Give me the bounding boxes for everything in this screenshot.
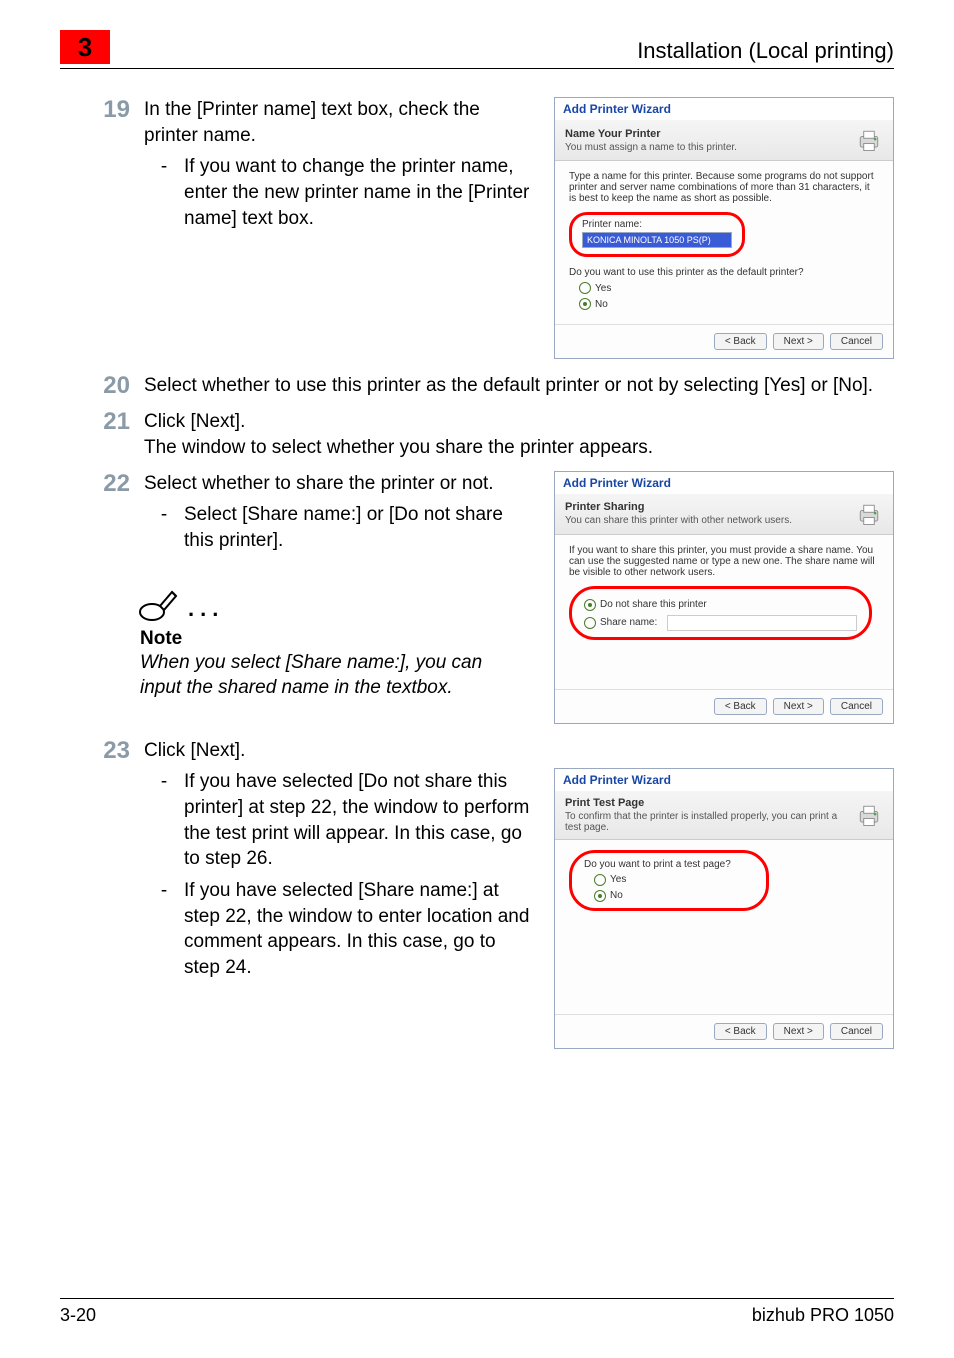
- step-number: 21: [60, 409, 144, 435]
- cancel-button[interactable]: Cancel: [830, 333, 883, 350]
- step-number: 19: [60, 97, 144, 123]
- bullet-dash: -: [144, 154, 184, 231]
- radio-share[interactable]: [584, 617, 596, 629]
- printer-name-input[interactable]: KONICA MINOLTA 1050 PS(P): [582, 232, 732, 248]
- share-name-input[interactable]: [667, 615, 857, 631]
- radio-no-label: No: [595, 299, 608, 310]
- note-icon-row: ...: [138, 584, 536, 626]
- product-name: bizhub PRO 1050: [752, 1305, 894, 1326]
- step-text: Click [Next].: [144, 740, 245, 761]
- step-text: In the [Printer name] text box, check th…: [144, 99, 480, 146]
- back-button[interactable]: < Back: [714, 333, 767, 350]
- dialog-footer: < Back Next > Cancel: [555, 689, 893, 723]
- note-dots: ...: [188, 596, 224, 622]
- dialog-title: Add Printer Wizard: [555, 98, 893, 120]
- printer-icon: [855, 500, 883, 528]
- bullet-text: Select [Share name:] or [Do not share th…: [184, 502, 536, 553]
- bullet-text: If you want to change the printer name, …: [184, 154, 536, 231]
- radio-share-label: Share name:: [600, 617, 657, 628]
- highlight-oval: Do not share this printer Share name:: [569, 586, 872, 640]
- section-title: Installation (Local printing): [637, 38, 894, 64]
- dialog-subtitle: To confirm that the printer is installed…: [565, 811, 855, 833]
- step-text-followup: The window to select whether you share t…: [144, 435, 894, 461]
- radio-yes-label: Yes: [610, 874, 626, 885]
- note-label: Note: [140, 628, 536, 650]
- step-22-row: 22 Select whether to share the printer o…: [60, 471, 894, 724]
- bullet-dash: -: [144, 878, 184, 981]
- radio-no[interactable]: [579, 298, 591, 310]
- question-text: Do you want to print a test page?: [584, 859, 754, 870]
- bullet-text: If you have selected [Share name:] at st…: [184, 878, 536, 981]
- dialog-name-printer: Add Printer Wizard Name Your Printer You…: [554, 97, 894, 359]
- radio-noshare-label: Do not share this printer: [600, 599, 707, 610]
- page-footer: 3-20 bizhub PRO 1050: [60, 1298, 894, 1326]
- back-button[interactable]: < Back: [714, 1023, 767, 1040]
- dialog-intro-text: Type a name for this printer. Because so…: [569, 171, 879, 204]
- page: 3 Installation (Local printing) 19 In th…: [0, 0, 954, 1358]
- radio-noshare[interactable]: [584, 599, 596, 611]
- dialog-intro-text: If you want to share this printer, you m…: [569, 545, 879, 578]
- field-label: Printer name:: [582, 219, 732, 230]
- step-23-row: 23 Click [Next]. - If you have selected …: [60, 738, 894, 1049]
- step-text: Select whether to use this printer as th…: [144, 373, 894, 399]
- step-number: 20: [60, 373, 144, 399]
- bullet-text: If you have selected [Do not share this …: [184, 769, 536, 872]
- printer-icon: [855, 126, 883, 154]
- dialog-heading: Print Test Page: [565, 797, 855, 809]
- step-text: Select whether to share the printer or n…: [144, 473, 494, 494]
- note-text: When you select [Share name:], you can i…: [140, 650, 520, 701]
- chapter-tab: 3: [60, 30, 110, 64]
- dialog-heading: Printer Sharing: [565, 501, 855, 513]
- dialog-header: Name Your Printer You must assign a name…: [555, 120, 893, 161]
- radio-yes-label: Yes: [595, 283, 611, 294]
- dialog-body: Do you want to print a test page? Yes No: [555, 840, 893, 1014]
- next-button[interactable]: Next >: [773, 698, 824, 715]
- dialog-header: Printer Sharing You can share this print…: [555, 494, 893, 535]
- dialog-title: Add Printer Wizard: [555, 769, 893, 791]
- content-area: 19 In the [Printer name] text box, check…: [60, 97, 894, 1049]
- next-button[interactable]: Next >: [773, 1023, 824, 1040]
- bullet-dash: -: [144, 769, 184, 872]
- step-19-row: 19 In the [Printer name] text box, check…: [60, 97, 894, 359]
- cancel-button[interactable]: Cancel: [830, 1023, 883, 1040]
- back-button[interactable]: < Back: [714, 698, 767, 715]
- bullet-dash: -: [144, 502, 184, 553]
- dialog-header: Print Test Page To confirm that the prin…: [555, 791, 893, 840]
- dialog-subtitle: You must assign a name to this printer.: [565, 142, 855, 153]
- header-bar: 3 Installation (Local printing): [60, 30, 894, 69]
- radio-no-label: No: [610, 890, 623, 901]
- page-number: 3-20: [60, 1305, 96, 1326]
- radio-yes[interactable]: [579, 282, 591, 294]
- dialog-heading: Name Your Printer: [565, 128, 855, 140]
- next-button[interactable]: Next >: [773, 333, 824, 350]
- dialog-printer-sharing: Add Printer Wizard Printer Sharing You c…: [554, 471, 894, 724]
- question-text: Do you want to use this printer as the d…: [569, 267, 879, 278]
- dialog-test-page: Add Printer Wizard Print Test Page To co…: [554, 768, 894, 1049]
- dialog-footer: < Back Next > Cancel: [555, 1014, 893, 1048]
- dialog-body: Type a name for this printer. Because so…: [555, 161, 893, 324]
- radio-yes[interactable]: [594, 874, 606, 886]
- step-number: 22: [60, 471, 144, 497]
- step-text: Click [Next].: [144, 409, 894, 435]
- dialog-subtitle: You can share this printer with other ne…: [565, 515, 855, 526]
- step-number: 23: [60, 738, 144, 764]
- dialog-title: Add Printer Wizard: [555, 472, 893, 494]
- radio-no[interactable]: [594, 890, 606, 902]
- cancel-button[interactable]: Cancel: [830, 698, 883, 715]
- highlight-oval: Do you want to print a test page? Yes No: [569, 850, 769, 911]
- dialog-body: If you want to share this printer, you m…: [555, 535, 893, 689]
- note-icon: [138, 584, 180, 626]
- highlight-oval: Printer name: KONICA MINOLTA 1050 PS(P): [569, 212, 745, 257]
- dialog-footer: < Back Next > Cancel: [555, 324, 893, 358]
- printer-icon: [855, 801, 883, 829]
